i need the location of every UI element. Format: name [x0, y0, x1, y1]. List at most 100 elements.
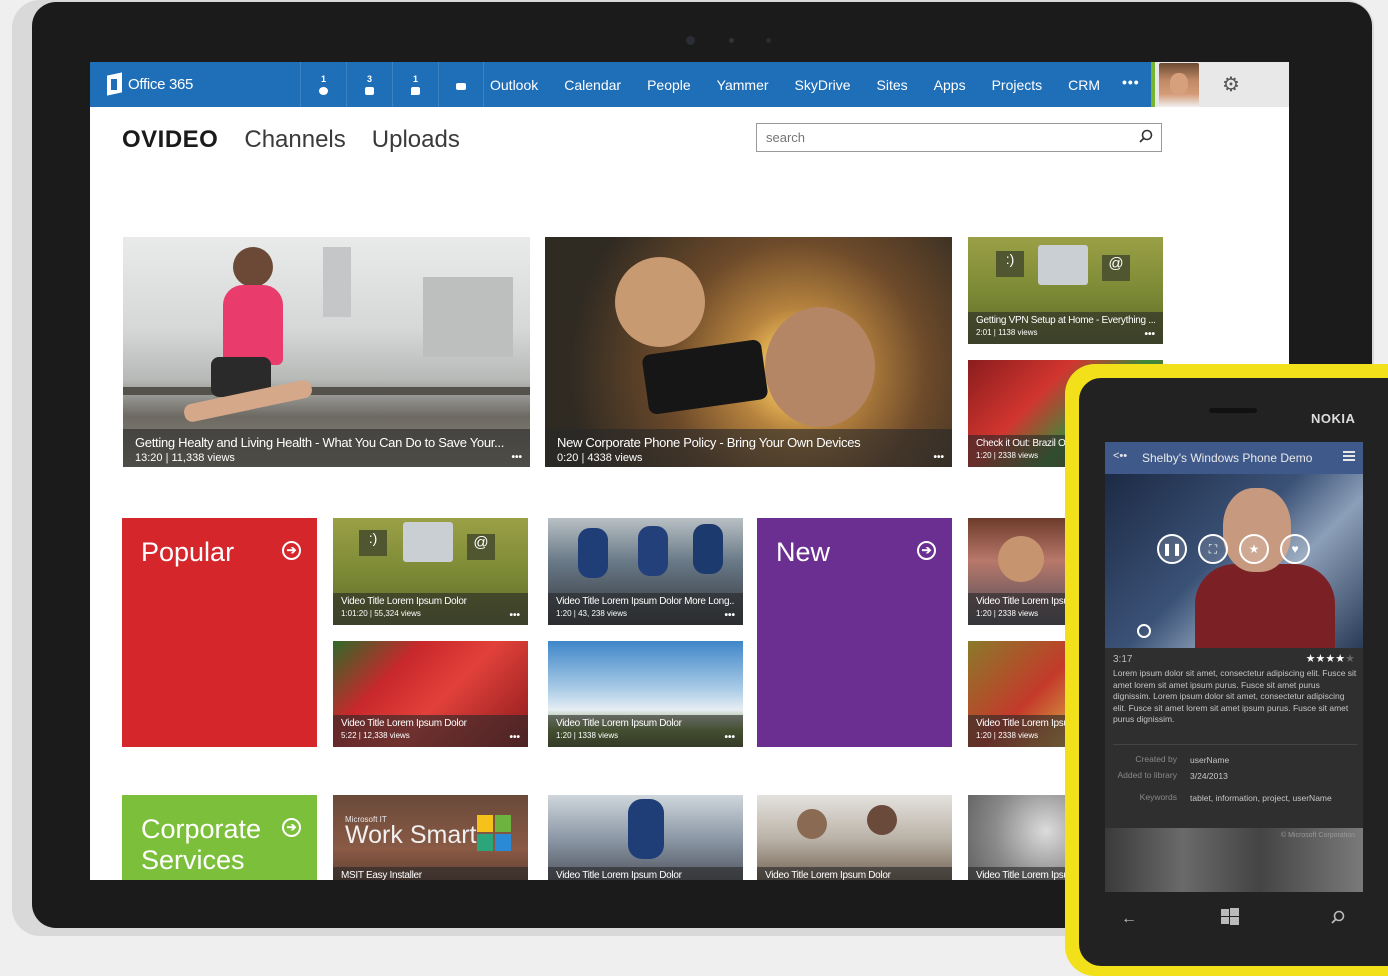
- at-icon: @: [467, 534, 495, 560]
- related-video-strip[interactable]: © Microsoft Corporation: [1105, 828, 1363, 892]
- back-icon[interactable]: <••: [1113, 450, 1127, 462]
- corporate-services-label: Corporate Services: [141, 814, 262, 875]
- search-input[interactable]: [757, 124, 1127, 151]
- heart-icon[interactable]: ♥: [1280, 534, 1310, 564]
- nav-sites[interactable]: Sites: [877, 77, 908, 93]
- zoom-icon[interactable]: [1137, 624, 1151, 638]
- avatar[interactable]: [1159, 63, 1199, 107]
- more-options-button[interactable]: •••: [724, 610, 735, 621]
- video-title: Video Title Lorem Ipsum Dolor: [556, 870, 682, 880]
- video-tile[interactable]: Video Title Lorem Ipsum Dolor 1:20 | 133…: [548, 641, 743, 747]
- new-label: New: [776, 537, 831, 567]
- video-title: New Corporate Phone Policy - Bring Your …: [557, 435, 861, 450]
- phone-device: NOKIA <•• Shelby's Windows Phone Demo ❚❚…: [1065, 364, 1388, 976]
- notification-calendar[interactable]: 3: [346, 62, 392, 107]
- video-title: Getting Healty and Living Health - What …: [135, 435, 505, 450]
- more-options-button[interactable]: •••: [511, 452, 522, 463]
- windows-icon[interactable]: [1221, 908, 1239, 931]
- stage: Office 365 1 3 1 Outlook Calendar People: [0, 0, 1388, 976]
- video-title: Video Title Lorem Ipsum Dolor: [341, 596, 467, 607]
- phone-speaker: [1209, 408, 1257, 413]
- more-options-button[interactable]: •••: [509, 732, 520, 743]
- notification-alerts[interactable]: 1: [300, 62, 346, 107]
- meta-value-keywords: tablet, information, project, userName: [1190, 793, 1332, 803]
- phone-app-bar: <•• Shelby's Windows Phone Demo: [1105, 442, 1363, 474]
- nav-calendar[interactable]: Calendar: [564, 77, 621, 93]
- calendar-icon: [365, 87, 374, 95]
- popular-tile[interactable]: Popular ➔: [122, 518, 317, 747]
- sensor-icon: [766, 38, 771, 43]
- person-shape: [615, 257, 705, 347]
- more-options-button[interactable]: •••: [1144, 329, 1155, 340]
- cyclist-shape: [628, 799, 664, 859]
- person-shape: [797, 809, 827, 839]
- nav-people[interactable]: People: [647, 77, 691, 93]
- page-title[interactable]: OVIDEO: [122, 126, 218, 154]
- more-options-button[interactable]: •••: [933, 452, 944, 463]
- nav-yammer[interactable]: Yammer: [717, 77, 769, 93]
- back-arrow-icon[interactable]: ←: [1121, 910, 1137, 928]
- video-title: Video Title Lorem Ipsum Dolor: [556, 718, 682, 729]
- cyclist-shape: [638, 526, 668, 576]
- notification-mail[interactable]: [438, 62, 484, 107]
- video-caption: Getting Healty and Living Health - What …: [123, 429, 530, 467]
- cyclist-shape: [693, 524, 723, 574]
- video-meta: 1:20 | 1338 views: [556, 731, 619, 740]
- video-tile[interactable]: :) @ Getting VPN Setup at Home - Everyth…: [968, 237, 1163, 344]
- search-icon[interactable]: [1139, 129, 1153, 143]
- search-icon[interactable]: [1331, 910, 1345, 929]
- laptop-shape: [1038, 245, 1088, 285]
- video-caption: Video Title Lorem Ipsum Dolor 1:01:20 | …: [333, 593, 528, 625]
- fullscreen-icon[interactable]: ⛶: [1198, 534, 1228, 564]
- new-tile[interactable]: New ➔: [757, 518, 952, 747]
- gear-icon[interactable]: ⚙: [1222, 72, 1240, 97]
- video-caption: Video Title Lorem Ipsum Dolor More Long.…: [548, 593, 743, 625]
- copyright-text: © Microsoft Corporation: [1280, 832, 1355, 839]
- meta-value-added: 3/24/2013: [1190, 771, 1228, 781]
- pause-icon[interactable]: ❚❚: [1157, 534, 1187, 564]
- phone-shape: [641, 338, 769, 416]
- more-options-button[interactable]: •••: [509, 610, 520, 621]
- cyclist-shape: [578, 528, 608, 578]
- video-tile[interactable]: :) @ Video Title Lorem Ipsum Dolor 1:01:…: [333, 518, 528, 625]
- featured-video-tile[interactable]: Getting Healty and Living Health - What …: [123, 237, 530, 467]
- corporate-services-tile[interactable]: Corporate Services ➔: [122, 795, 317, 880]
- phone-video-player[interactable]: ❚❚ ⛶ ★ ♥: [1105, 474, 1363, 648]
- video-caption: Video Title Lorem Ipsum Dolor: [548, 867, 743, 880]
- featured-video-tile[interactable]: New Corporate Phone Policy - Bring Your …: [545, 237, 952, 467]
- video-title: Getting VPN Setup at Home - Everything .…: [976, 315, 1155, 326]
- video-caption: Video Title Lorem Ipsum Dolor: [757, 867, 952, 880]
- video-title: Video Title Lorem Ipsum Dolor: [341, 718, 467, 729]
- video-tile[interactable]: Video Title Lorem Ipsum Dolor: [548, 795, 743, 880]
- rating-stars[interactable]: ★★★★★: [1306, 652, 1355, 665]
- nav-skydrive[interactable]: SkyDrive: [795, 77, 851, 93]
- hamburger-menu-icon[interactable]: [1343, 450, 1355, 462]
- nav-apps[interactable]: Apps: [934, 77, 966, 93]
- notification-count: 1: [320, 74, 326, 84]
- tab-channels[interactable]: Channels: [244, 126, 345, 154]
- notification-count: 1: [412, 74, 418, 84]
- tab-uploads[interactable]: Uploads: [372, 126, 460, 154]
- video-tile[interactable]: Video Title Lorem Ipsum Dolor More Long.…: [548, 518, 743, 625]
- page-header: OVIDEO Channels Uploads: [122, 126, 486, 154]
- nav-crm[interactable]: CRM: [1068, 77, 1100, 93]
- more-options-button[interactable]: •••: [724, 732, 735, 743]
- emoticon-icon: :): [996, 251, 1024, 277]
- more-nav-button[interactable]: •••: [1122, 74, 1140, 90]
- video-tile[interactable]: Microsoft IT Work Smart MSIT Easy Instal…: [333, 795, 528, 880]
- person-shape: [998, 536, 1044, 582]
- arrow-right-icon: ➔: [917, 541, 936, 560]
- nav-outlook[interactable]: Outlook: [490, 77, 538, 93]
- nav-projects[interactable]: Projects: [992, 77, 1043, 93]
- notification-chat[interactable]: 1: [392, 62, 438, 107]
- notification-count: 3: [366, 74, 372, 84]
- video-caption: Getting VPN Setup at Home - Everything .…: [968, 312, 1163, 344]
- video-tile[interactable]: Video Title Lorem Ipsum Dolor 5:22 | 12,…: [333, 641, 528, 747]
- railing-shape: [123, 387, 530, 395]
- video-tile[interactable]: Video Title Lorem Ipsum Dolor: [757, 795, 952, 880]
- person-shape: [867, 805, 897, 835]
- alert-icon: [319, 87, 328, 95]
- star-icon[interactable]: ★: [1239, 534, 1269, 564]
- office365-logo[interactable]: Office 365: [106, 73, 193, 95]
- video-title: MSIT Easy Installer: [341, 870, 422, 880]
